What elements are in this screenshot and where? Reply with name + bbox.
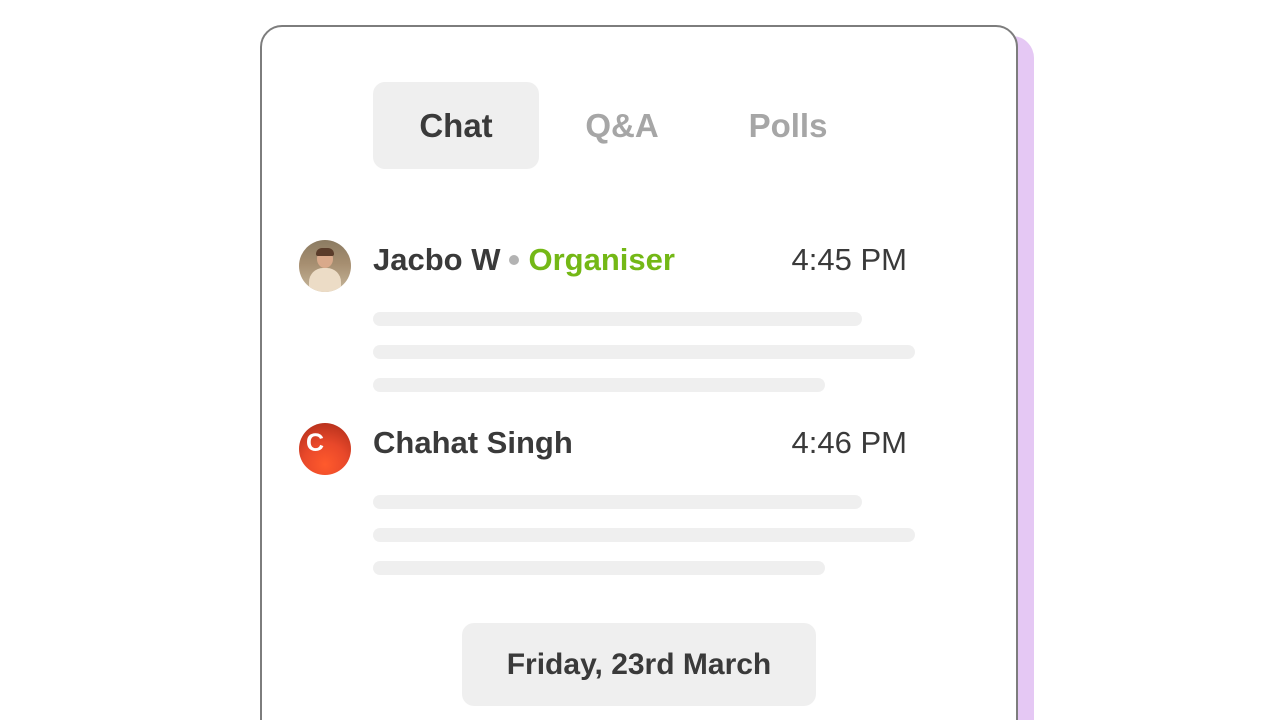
avatar-initial: C bbox=[306, 429, 325, 457]
avatar[interactable]: C bbox=[299, 423, 351, 475]
message-placeholder-line bbox=[373, 312, 862, 326]
author-name[interactable]: Chahat Singh bbox=[373, 425, 573, 461]
message-placeholder-line bbox=[373, 528, 915, 542]
tab-polls[interactable]: Polls bbox=[705, 82, 871, 169]
separator-dot bbox=[509, 255, 520, 265]
message-header: Chahat Singh 4:46 PM bbox=[373, 423, 907, 463]
chat-panel: Chat Q&A Polls Jacbo W Organiser 4:45 PM… bbox=[260, 25, 1018, 720]
message-timestamp: 4:46 PM bbox=[791, 425, 907, 460]
tab-qa[interactable]: Q&A bbox=[539, 82, 705, 169]
avatar[interactable] bbox=[299, 240, 351, 292]
message-placeholder-line bbox=[373, 345, 915, 359]
message-placeholder-line bbox=[373, 561, 825, 575]
message-timestamp: 4:45 PM bbox=[791, 242, 907, 277]
tab-chat[interactable]: Chat bbox=[373, 82, 539, 169]
date-separator: Friday, 23rd March bbox=[462, 623, 816, 706]
author-name[interactable]: Jacbo W bbox=[373, 242, 500, 278]
message-header: Jacbo W Organiser 4:45 PM bbox=[373, 240, 907, 280]
tab-bar: Chat Q&A Polls bbox=[373, 82, 871, 169]
stage: Chat Q&A Polls Jacbo W Organiser 4:45 PM… bbox=[0, 0, 1280, 720]
message-placeholder-line bbox=[373, 495, 862, 509]
message-placeholder-line bbox=[373, 378, 825, 392]
role-badge: Organiser bbox=[528, 242, 675, 277]
